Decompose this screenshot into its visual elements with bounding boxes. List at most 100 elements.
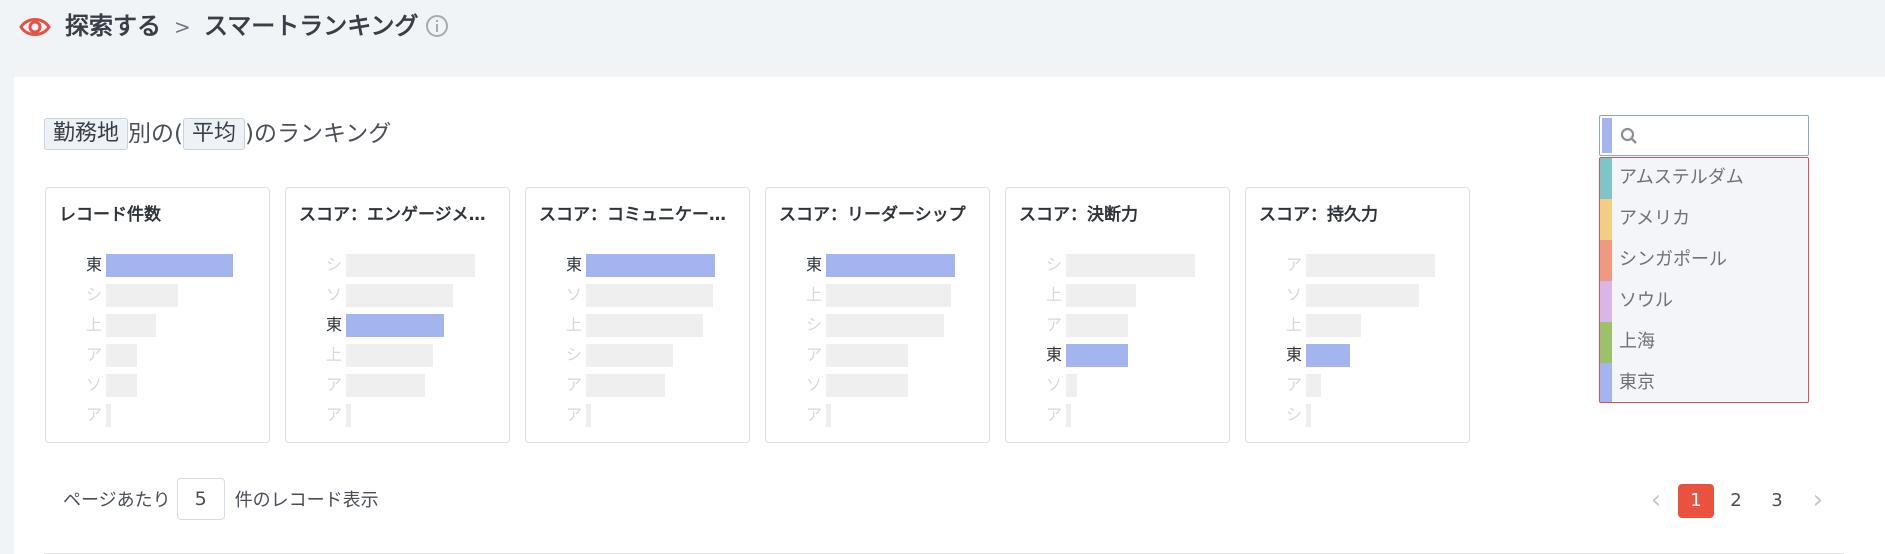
bar-label: ア bbox=[566, 375, 583, 394]
dropdown-item[interactable]: アムステルダム bbox=[1600, 158, 1808, 199]
bar-fill bbox=[106, 254, 233, 277]
bar-label: 上 bbox=[1286, 315, 1303, 334]
bar-fill bbox=[106, 344, 137, 367]
ranking-card[interactable]: スコア：リーダーシップ東上シアソア bbox=[765, 187, 990, 443]
prev-page-button[interactable]: ‹ bbox=[1646, 484, 1666, 518]
bar-fill bbox=[826, 254, 955, 277]
ranking-bar-row: シ bbox=[566, 343, 726, 367]
bar-label: ア bbox=[326, 375, 343, 394]
bar-label: ア bbox=[566, 405, 583, 424]
ranking-card-title: スコア：持久力 bbox=[1259, 205, 1378, 225]
ranking-bar-row: シ bbox=[1286, 403, 1446, 427]
ranking-card-title: スコア：リーダーシップ bbox=[779, 205, 966, 225]
bar-label: 上 bbox=[566, 315, 583, 334]
bar-fill bbox=[1306, 314, 1361, 337]
ranking-card[interactable]: スコア：コミュニケー… 東ソ上シアア bbox=[525, 187, 750, 443]
bar-label: ソ bbox=[326, 285, 343, 304]
ranking-bar-row: 上 bbox=[1046, 283, 1206, 307]
dropdown-item[interactable]: ソウル bbox=[1600, 281, 1808, 322]
bar-fill bbox=[826, 284, 951, 307]
bar-fill bbox=[346, 344, 433, 367]
color-swatch bbox=[1600, 363, 1612, 402]
dropdown-item[interactable]: アメリカ bbox=[1600, 199, 1808, 240]
ranking-bar-row: ア bbox=[1286, 373, 1446, 397]
bar-label: 上 bbox=[86, 315, 103, 334]
bar-label: シ bbox=[326, 255, 343, 274]
ranking-bar-row: 上 bbox=[1286, 313, 1446, 337]
bar-label: シ bbox=[566, 345, 583, 364]
ranking-bar-row: ア bbox=[326, 373, 486, 397]
eye-icon bbox=[19, 18, 51, 36]
ranking-card[interactable]: スコア：持久力アソ上東アシ bbox=[1245, 187, 1470, 443]
ranking-card-title: スコア：決断力 bbox=[1019, 205, 1138, 225]
ranking-bar-row: シ bbox=[86, 283, 246, 307]
ranking-bar-row: 東 bbox=[326, 313, 486, 337]
bar-fill bbox=[346, 314, 444, 337]
bar-label: シ bbox=[1286, 405, 1303, 424]
bar-fill bbox=[106, 284, 178, 307]
ranking-bar-row: 上 bbox=[326, 343, 486, 367]
ranking-bar-row: ア bbox=[326, 403, 486, 427]
bar-label: ソ bbox=[806, 375, 823, 394]
ranking-bar-row: ソ bbox=[326, 283, 486, 307]
ranking-bar-row: ア bbox=[1046, 403, 1206, 427]
bar-label: 上 bbox=[326, 345, 343, 364]
per-page-prefix: ページあたり bbox=[63, 490, 171, 511]
ranking-bar-row: 東 bbox=[1286, 343, 1446, 367]
ranking-bar-row: 東 bbox=[806, 253, 966, 277]
bar-fill bbox=[826, 374, 908, 397]
ranking-bar-row: シ bbox=[326, 253, 486, 277]
ranking-bar-row: ソ bbox=[86, 373, 246, 397]
bar-label: ア bbox=[1046, 315, 1063, 334]
dropdown-item-label: 上海 bbox=[1619, 331, 1655, 352]
bar-fill bbox=[346, 254, 475, 277]
ranking-card[interactable]: スコア：エンゲージメ… シソ東上アア bbox=[285, 187, 510, 443]
bar-label: 東 bbox=[1286, 345, 1303, 364]
heading-text-after: )のランキング bbox=[245, 121, 392, 147]
bar-label: 東 bbox=[1046, 345, 1063, 364]
bar-fill bbox=[106, 314, 156, 337]
ranking-bar-row: シ bbox=[806, 313, 966, 337]
ranking-bar-row: ソ bbox=[1046, 373, 1206, 397]
dropdown-item[interactable]: 東京 bbox=[1600, 363, 1808, 402]
color-swatch bbox=[1600, 322, 1612, 363]
ranking-bar-row: 上 bbox=[566, 313, 726, 337]
ranking-card[interactable]: レコード件数東シ上アソア bbox=[45, 187, 270, 443]
ranking-bar-row: ソ bbox=[1286, 283, 1446, 307]
bar-fill bbox=[346, 374, 425, 397]
top-bar: 探索する > スマートランキング bbox=[0, 0, 1885, 76]
selected-color-swatch bbox=[1602, 118, 1612, 153]
ranking-bar-row: 東 bbox=[1046, 343, 1206, 367]
ranking-card-title: スコア：コミュニケー… bbox=[539, 205, 726, 225]
dropdown-item[interactable]: 上海 bbox=[1600, 322, 1808, 363]
bar-label: ア bbox=[1286, 255, 1303, 274]
bar-label: 東 bbox=[566, 255, 583, 274]
page-number-button[interactable]: 2 bbox=[1718, 484, 1754, 518]
location-dropdown: アムステルダム アメリカ シンガポール ソウル上海東京 bbox=[1599, 157, 1809, 403]
dimension-chip[interactable]: 勤務地 bbox=[44, 118, 129, 150]
page-title: スマートランキング bbox=[204, 12, 419, 40]
bar-label: 東 bbox=[326, 315, 343, 334]
search-input[interactable] bbox=[1644, 120, 1804, 151]
dropdown-item[interactable]: シンガポール bbox=[1600, 240, 1808, 281]
bar-label: ア bbox=[86, 345, 103, 364]
page-number-button[interactable]: 1 bbox=[1678, 484, 1714, 518]
per-page-select[interactable]: 5 bbox=[176, 478, 225, 520]
page-number-button[interactable]: 3 bbox=[1759, 484, 1795, 518]
bar-fill bbox=[1066, 284, 1136, 307]
ranking-bar-row: ア bbox=[566, 373, 726, 397]
bar-fill bbox=[586, 254, 715, 277]
bar-label: ソ bbox=[86, 375, 103, 394]
metric-chip[interactable]: 平均 bbox=[183, 118, 246, 150]
bar-fill bbox=[586, 284, 713, 307]
info-icon[interactable] bbox=[425, 14, 449, 38]
ranking-card[interactable]: スコア：決断力シ上ア東ソア bbox=[1005, 187, 1230, 443]
breadcrumb-explore[interactable]: 探索する bbox=[65, 11, 161, 41]
next-page-button[interactable]: › bbox=[1808, 484, 1828, 518]
ranking-card-title: レコード件数 bbox=[59, 205, 161, 225]
bar-label: シ bbox=[86, 285, 103, 304]
bar-fill bbox=[1306, 344, 1350, 367]
bar-label: 東 bbox=[806, 255, 823, 274]
color-swatch bbox=[1600, 199, 1612, 240]
search-box[interactable] bbox=[1599, 115, 1809, 156]
